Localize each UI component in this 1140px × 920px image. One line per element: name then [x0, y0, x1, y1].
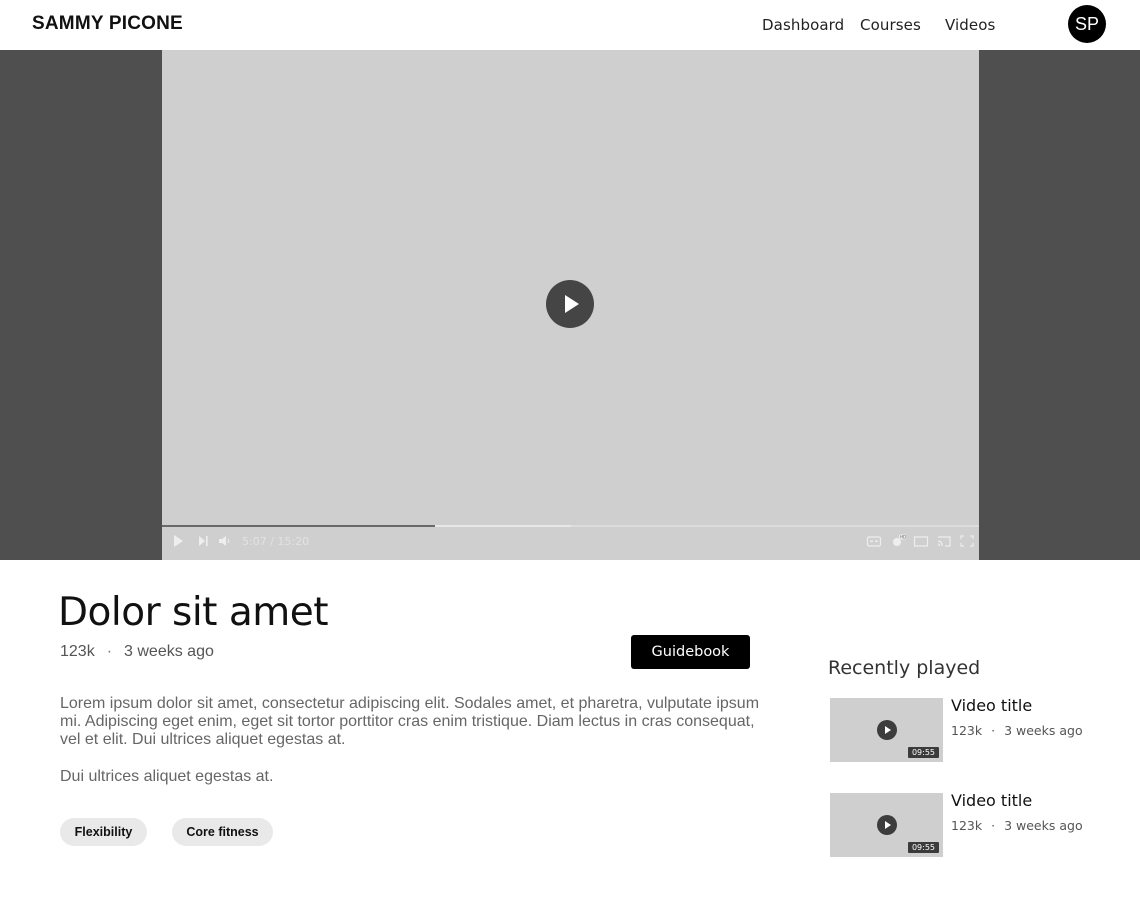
view-count: 123k	[951, 818, 983, 833]
svg-text:HD: HD	[900, 535, 906, 540]
posted-date: 3 weeks ago	[1004, 723, 1083, 738]
fullscreen-icon[interactable]	[959, 534, 975, 548]
time-separator: /	[270, 535, 274, 548]
meta-separator: ·	[991, 723, 996, 738]
video-thumbnail[interactable]: 09:55	[830, 698, 943, 762]
duration-badge: 09:55	[907, 842, 939, 853]
meta-separator: ·	[106, 643, 113, 660]
progress-played	[162, 525, 435, 527]
guidebook-button[interactable]: Guidebook	[631, 635, 750, 669]
tag-flexibility[interactable]: Flexibility	[60, 818, 147, 846]
player-controls: 5:07 / 15:20 HD	[162, 532, 979, 552]
nav-dashboard[interactable]: Dashboard	[762, 16, 844, 34]
tag-core-fitness[interactable]: Core fitness	[172, 818, 273, 846]
duration-badge: 09:55	[907, 747, 939, 758]
cast-icon[interactable]	[936, 534, 952, 548]
time-readout: 5:07 / 15:20	[242, 535, 309, 548]
video-meta: 123k · 3 weeks ago	[60, 643, 214, 661]
nav-courses[interactable]: Courses	[860, 16, 921, 34]
user-avatar[interactable]: SP	[1068, 5, 1106, 43]
recent-video-meta: 123k · 3 weeks ago	[951, 723, 1083, 738]
top-header: SAMMY PICONE Dashboard Courses Videos SP	[0, 0, 1140, 50]
play-icon	[877, 815, 897, 835]
video-description: Lorem ipsum dolor sit amet, consectetur …	[60, 695, 760, 748]
video-thumbnail[interactable]: 09:55	[830, 793, 943, 857]
recent-video-meta: 123k · 3 weeks ago	[951, 818, 1083, 833]
posted-date: 3 weeks ago	[124, 643, 214, 660]
volume-icon[interactable]	[217, 534, 233, 548]
play-icon[interactable]	[170, 534, 186, 548]
video-description-extra: Dui ultrices aliquet egestas at.	[60, 768, 274, 785]
video-title: Dolor sit amet	[58, 590, 329, 635]
video-stage: 5:07 / 15:20 HD	[0, 50, 1140, 560]
brand-logo[interactable]: SAMMY PICONE	[32, 13, 183, 35]
video-player[interactable]: 5:07 / 15:20 HD	[162, 50, 979, 560]
skip-next-icon[interactable]	[195, 534, 211, 548]
theater-mode-icon[interactable]	[913, 534, 929, 548]
recent-video-card[interactable]: 09:55 Video title 123k · 3 weeks ago	[830, 791, 1090, 857]
meta-separator: ·	[991, 818, 996, 833]
nav-videos[interactable]: Videos	[945, 16, 995, 34]
progress-bar[interactable]	[162, 525, 979, 527]
view-count: 123k	[60, 643, 95, 660]
big-play-button[interactable]	[546, 280, 594, 328]
recent-video-card[interactable]: 09:55 Video title 123k · 3 weeks ago	[830, 696, 1090, 762]
view-count: 123k	[951, 723, 983, 738]
play-icon	[565, 295, 579, 313]
total-time: 15:20	[277, 535, 310, 548]
settings-hd-icon[interactable]: HD	[891, 534, 907, 548]
captions-icon[interactable]	[866, 534, 882, 548]
posted-date: 3 weeks ago	[1004, 818, 1083, 833]
current-time: 5:07	[242, 535, 267, 548]
recently-played-heading: Recently played	[828, 657, 981, 679]
play-icon	[877, 720, 897, 740]
recent-video-title[interactable]: Video title	[951, 791, 1032, 810]
recent-video-title[interactable]: Video title	[951, 696, 1032, 715]
